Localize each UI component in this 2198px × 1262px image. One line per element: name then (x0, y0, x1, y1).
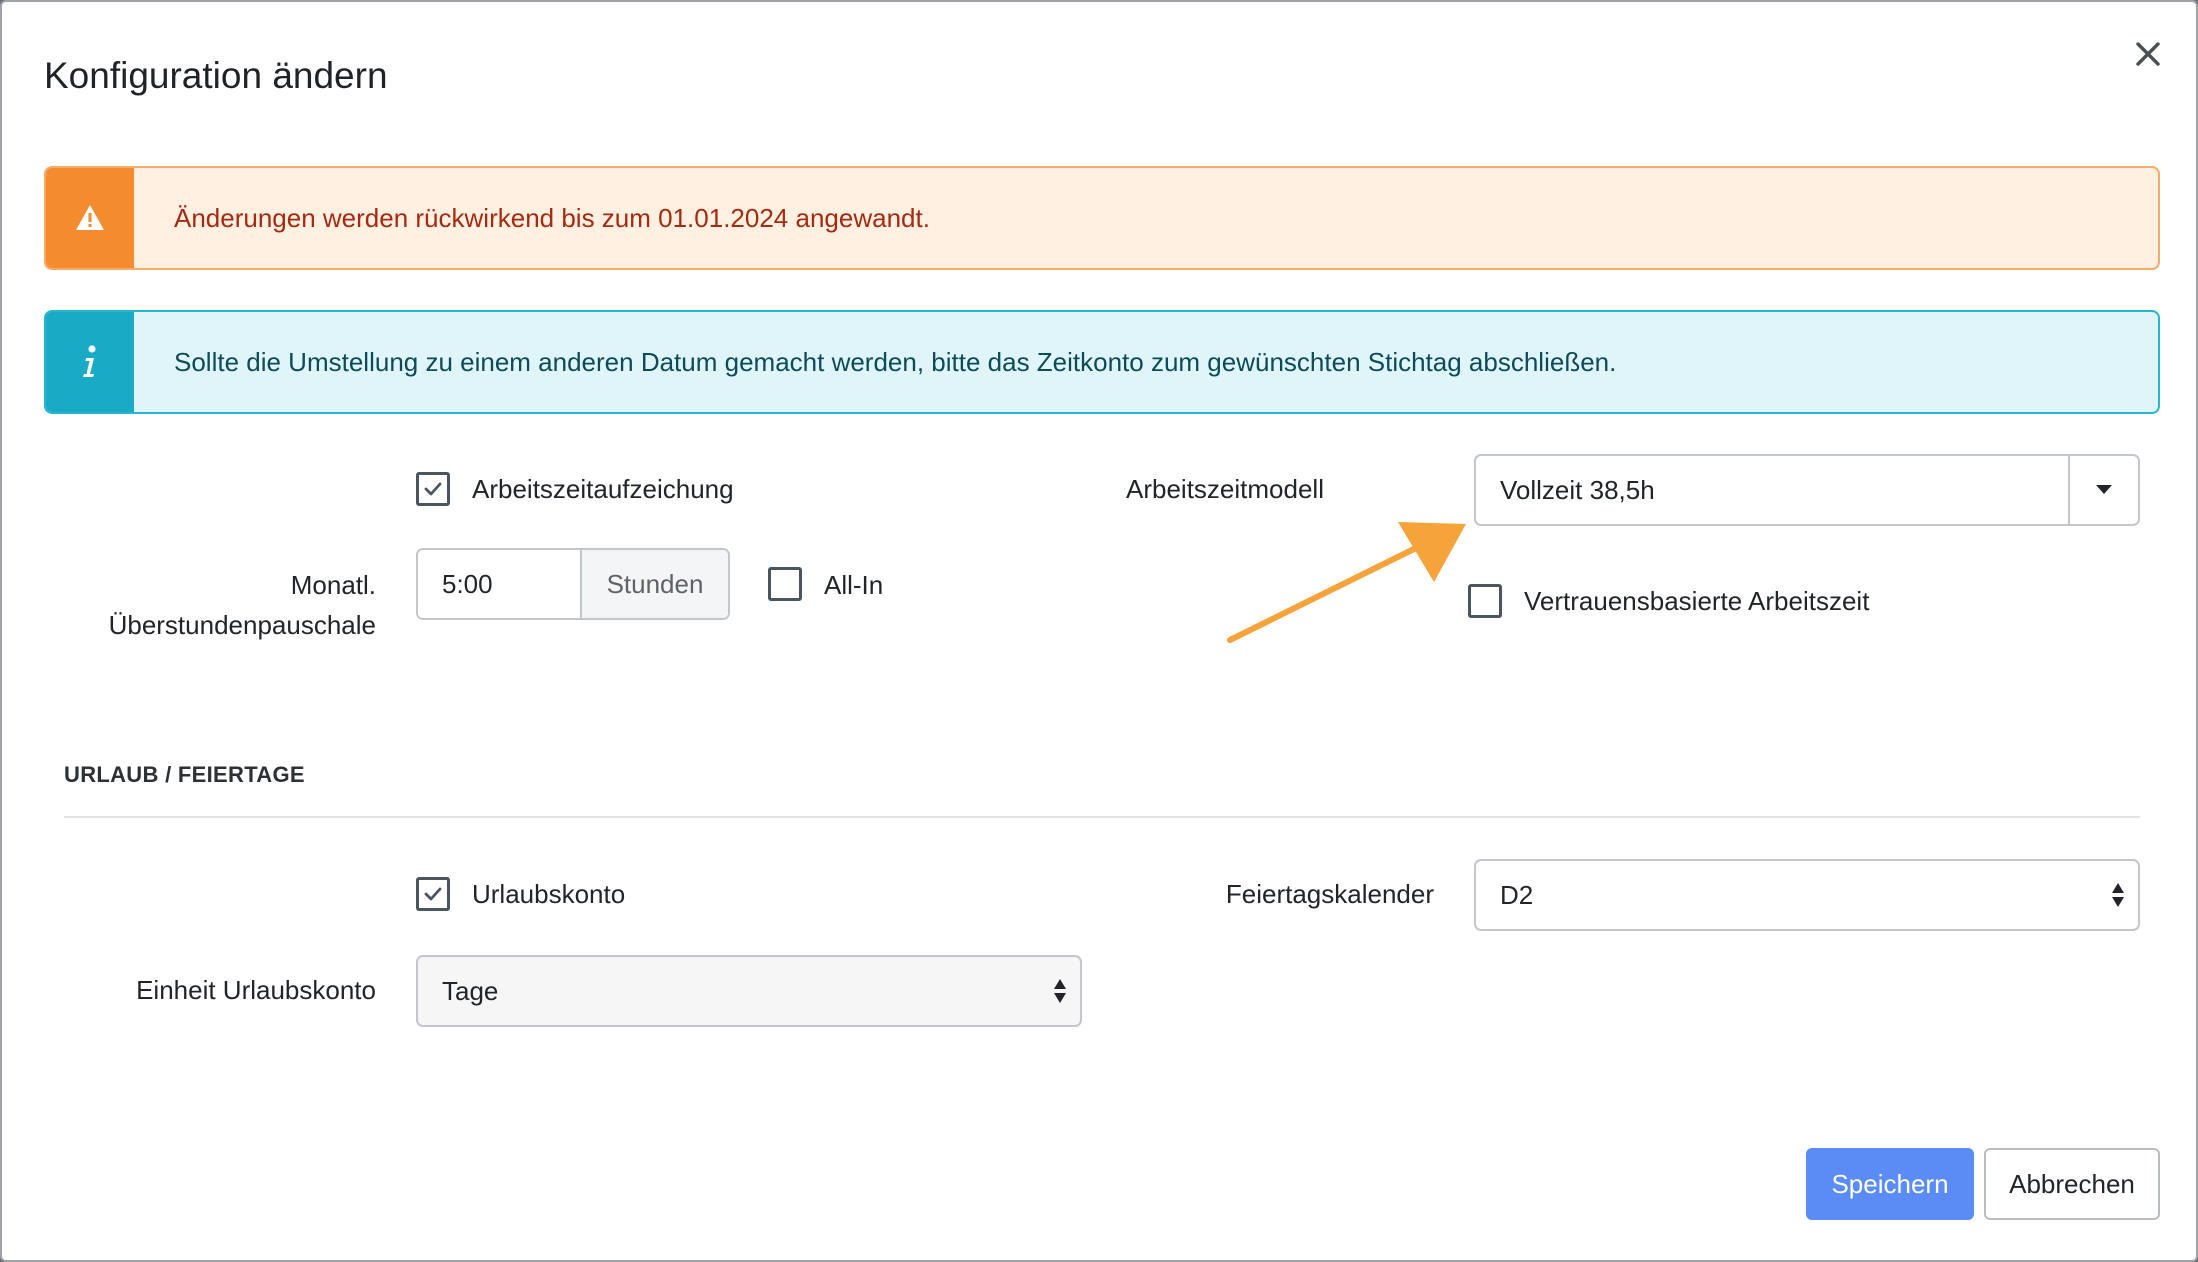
close-button[interactable] (2126, 32, 2170, 76)
all-in-label: All-In (824, 570, 884, 600)
sort-updown-icon (2112, 883, 2124, 907)
save-button[interactable]: Speichern (1806, 1148, 1974, 1220)
holiday-calendar-value: D2 (1500, 879, 1534, 910)
warning-alert: Änderungen werden rückwirkend bis zum 01… (44, 166, 2160, 270)
dropdown-toggle[interactable] (2068, 456, 2138, 524)
dialog-title: Konfiguration ändern (44, 55, 388, 96)
holiday-calendar-select[interactable]: D2 (1474, 859, 2140, 931)
vacation-holidays-section-title: URLAUB / FEIERTAGE (64, 762, 305, 787)
info-alert: Sollte die Umstellung zu einem anderen D… (44, 310, 2160, 414)
close-icon (2136, 42, 2160, 66)
vacation-unit-value: Tage (442, 975, 499, 1006)
sort-updown-icon (1054, 979, 1066, 1003)
work-time-model-value: Vollzeit 38,5h (1500, 474, 1655, 505)
work-time-recording-label: Arbeitszeitaufzeichung (472, 474, 734, 504)
checkmark-icon (424, 887, 442, 901)
info-icon (83, 345, 96, 377)
all-in-checkbox[interactable] (768, 567, 802, 601)
warning-alert-text: Änderungen werden rückwirkend bis zum 01… (174, 202, 930, 233)
vacation-account-label: Urlaubskonto (472, 879, 626, 909)
cancel-button[interactable]: Abbrechen (1984, 1148, 2160, 1220)
holiday-calendar-label: Feiertagskalender (1225, 879, 1434, 909)
section-divider (64, 816, 2140, 818)
work-time-model-select[interactable]: Vollzeit 38,5h (1474, 454, 2140, 526)
hours-unit-addon: Stunden (582, 550, 728, 618)
vacation-account-checkbox[interactable] (416, 877, 450, 911)
caret-down-icon (2096, 485, 2112, 494)
overtime-hours-input[interactable] (418, 550, 582, 618)
overtime-flat-rate-label-line1: Monatl. (290, 570, 376, 600)
trust-based-work-time-label: Vertrauensbasierte Arbeitszeit (1524, 586, 1870, 616)
vacation-unit-select[interactable]: Tage (416, 955, 1082, 1027)
work-time-recording-checkbox[interactable] (416, 472, 450, 506)
checkmark-icon (424, 482, 442, 496)
overtime-flat-rate-label-line2: Überstundenpauschale (108, 610, 376, 640)
overtime-input-group: Stunden (416, 548, 730, 620)
vacation-unit-label: Einheit Urlaubskonto (136, 975, 376, 1005)
config-dialog: Konfiguration ändern Änderungen werden r… (0, 0, 2198, 1262)
info-alert-text: Sollte die Umstellung zu einem anderen D… (174, 346, 1617, 377)
annotation-arrow-icon (1227, 522, 1466, 643)
warning-icon (76, 205, 104, 230)
